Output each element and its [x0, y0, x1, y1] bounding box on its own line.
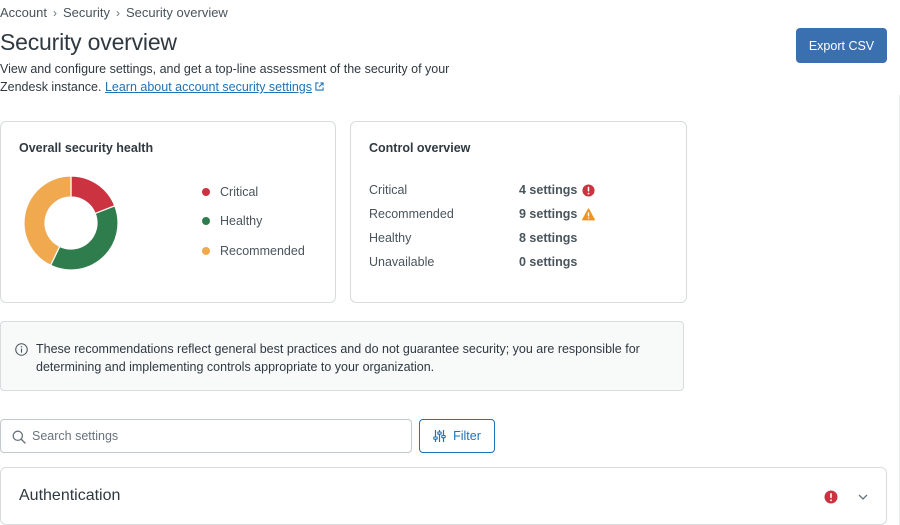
breadcrumb-account-link[interactable]: Account	[0, 5, 47, 20]
control-value: 8 settings	[519, 231, 578, 245]
page-description: View and configure settings, and get a t…	[0, 60, 470, 96]
external-link-icon	[315, 82, 324, 91]
chevron-down-icon[interactable]	[857, 491, 869, 503]
authentication-section[interactable]: Authentication	[0, 467, 887, 525]
legend-item-critical: Critical	[202, 184, 305, 199]
control-overview-table: Critical 4 settings Recommended 9 settin…	[369, 178, 669, 274]
security-health-title: Overall security health	[19, 141, 154, 155]
control-value-text: 4 settings	[519, 183, 578, 197]
legend-item-healthy: Healthy	[202, 214, 305, 229]
control-label: Recommended	[369, 207, 454, 221]
info-icon	[15, 343, 28, 356]
search-settings-input[interactable]	[32, 420, 402, 452]
export-csv-button[interactable]: Export CSV	[796, 28, 887, 63]
warning-icon	[582, 207, 596, 220]
control-label: Unavailable	[369, 255, 435, 269]
legend-dot-critical	[202, 187, 210, 196]
learn-more-link-label: Learn about account security settings	[104, 80, 313, 94]
control-value-text: 9 settings	[519, 207, 578, 221]
control-row-critical: Critical 4 settings	[369, 178, 669, 202]
error-icon	[824, 490, 838, 504]
filter-button-label: Filter	[453, 429, 481, 443]
breadcrumb-chevron-icon: ›	[115, 5, 120, 20]
disclaimer-text: These recommendations reflect general be…	[36, 342, 640, 374]
legend-dot-recommended	[202, 246, 210, 255]
control-label: Healthy	[369, 231, 412, 245]
disclaimer-notice: These recommendations reflect general be…	[0, 321, 684, 391]
security-health-donut-chart	[23, 175, 119, 271]
filter-sliders-icon	[433, 430, 446, 442]
control-value: 9 settings	[519, 207, 596, 221]
breadcrumb-chevron-icon: ›	[52, 5, 57, 20]
filter-button[interactable]: Filter	[419, 419, 495, 453]
control-overview-title: Control overview	[369, 141, 471, 155]
legend-label: Critical	[220, 184, 259, 199]
control-value: 0 settings	[519, 255, 578, 269]
breadcrumb-current: Security overview	[125, 5, 228, 20]
control-label: Critical	[369, 183, 408, 197]
authentication-section-title: Authentication	[19, 487, 121, 504]
donut-segment-healthy	[49, 205, 119, 271]
control-overview-card: Control overview Critical 4 settings Rec…	[350, 121, 687, 303]
page-title: Security overview	[0, 29, 177, 55]
control-row-healthy: Healthy 8 settings	[369, 226, 669, 250]
control-row-unavailable: Unavailable 0 settings	[369, 250, 669, 274]
breadcrumb-security-link[interactable]: Security	[63, 5, 110, 20]
breadcrumb: Account › Security › Security overview	[0, 5, 228, 20]
search-settings-field[interactable]	[0, 419, 412, 453]
legend-label: Healthy	[220, 214, 263, 228]
control-value: 4 settings	[519, 183, 595, 197]
learn-more-link[interactable]: Learn about account security settings	[105, 80, 324, 94]
security-health-card: Overall security health Critical Healthy…	[0, 121, 336, 303]
error-icon	[582, 183, 595, 197]
legend-label: Recommended	[220, 243, 305, 258]
security-health-legend: Critical Healthy Recommended	[202, 184, 305, 273]
legend-item-recommended: Recommended	[202, 243, 305, 258]
search-icon	[12, 430, 26, 444]
legend-dot-healthy	[202, 217, 210, 225]
control-row-recommended: Recommended 9 settings	[369, 202, 669, 226]
